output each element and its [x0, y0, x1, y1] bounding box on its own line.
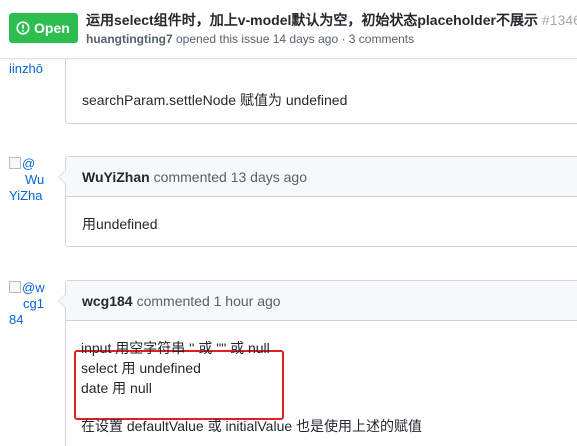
comment-header: wcg184 commented 1 hour ago — [66, 281, 577, 321]
comment-timestamp[interactable]: commented 1 hour ago — [137, 293, 281, 309]
avatar-alt-text: @w — [22, 280, 45, 295]
comment-line: select 用 undefined — [81, 360, 201, 376]
issue-meta: huangtingting7 opened this issue 14 days… — [86, 32, 414, 46]
comment-author-link[interactable]: wcg184 — [82, 293, 133, 309]
issue-title: 运用select组件时，加上v-model默认为空，初始状态placeholde… — [86, 10, 577, 30]
broken-image-icon — [9, 157, 21, 169]
comment-body-text: searchParam.settleNode 赋值为 undefined — [82, 92, 348, 108]
issue-number: #1346 — [541, 12, 577, 28]
comment-body: 用undefined — [66, 197, 577, 234]
comment-line: date 用 null — [81, 380, 152, 396]
comment-box: wcg184 commented 1 hour ago input 用空字符串 … — [58, 280, 577, 446]
avatar[interactable]: @ Wu YiZha — [9, 156, 53, 204]
comment-line: input 用空字符串 '' 或 "" 或 null — [81, 340, 270, 356]
comment-pointer — [58, 293, 66, 309]
comment-author-link[interactable]: WuYiZhan — [82, 169, 150, 185]
avatar-alt-text: YiZha — [9, 188, 43, 203]
comment-footer-text: 在设置 defaultValue 或 initialValue 也是使用上述的赋… — [81, 418, 423, 434]
avatar[interactable]: @w cg1 84 — [9, 280, 53, 328]
comment-header: WuYiZhan commented 13 days ago — [66, 157, 577, 197]
comment-box: WuYiZhan commented 13 days ago 用undefine… — [58, 156, 577, 247]
issue-state-badge: Open — [9, 13, 78, 43]
comment-body-text: 用undefined — [82, 216, 158, 232]
issue-title-text: 运用select组件时，加上v-model默认为空，初始状态placeholde… — [86, 12, 538, 28]
avatar-alt-text: iinzhō — [9, 61, 43, 76]
avatar[interactable]: iinzhō — [9, 61, 43, 77]
comment-pointer — [58, 169, 66, 185]
issue-meta-text: opened this issue 14 days ago · 3 commen… — [176, 32, 415, 46]
avatar-alt-text: Wu — [25, 172, 45, 187]
avatar-alt-text: 84 — [9, 312, 24, 327]
issue-state-label: Open — [34, 20, 70, 36]
issue-author-link[interactable]: huangtingting7 — [86, 32, 173, 46]
issue-header: Open 运用select组件时，加上v-model默认为空，初始状态place… — [0, 0, 577, 59]
comment-timestamp[interactable]: commented 13 days ago — [154, 169, 307, 185]
issue-opened-icon — [16, 21, 30, 35]
avatar-alt-text: cg1 — [23, 296, 44, 311]
avatar-alt-text: @ — [22, 156, 36, 171]
broken-image-icon — [9, 281, 21, 293]
